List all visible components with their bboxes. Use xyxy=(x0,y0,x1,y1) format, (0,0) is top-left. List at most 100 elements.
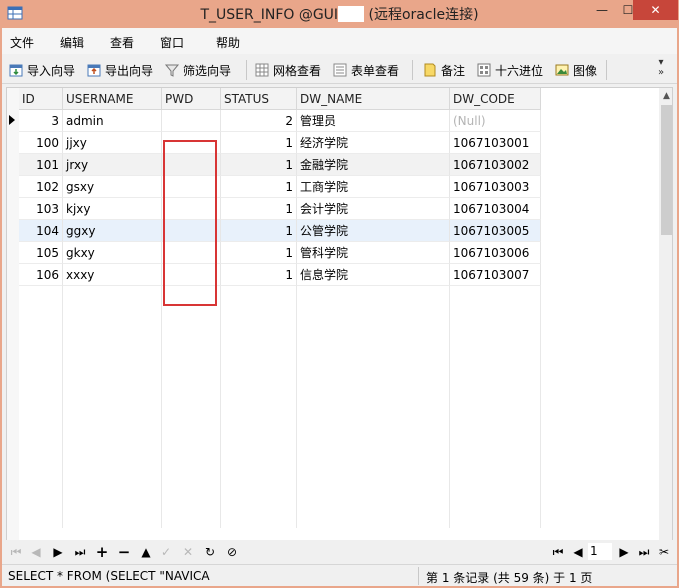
cell-id[interactable]: 3 xyxy=(19,110,63,132)
close-button[interactable]: ✕ xyxy=(633,0,678,20)
column-gridline xyxy=(296,286,297,528)
page-number-input[interactable]: 1 xyxy=(588,543,612,560)
cell-dw-code[interactable]: 1067103001 xyxy=(450,132,541,154)
cell-status[interactable]: 2 xyxy=(221,110,297,132)
cell-id[interactable]: 105 xyxy=(19,242,63,264)
image-button[interactable]: 图像 xyxy=(554,60,597,80)
scroll-up-arrow-icon[interactable]: ▲ xyxy=(659,88,672,105)
cell-dw-name[interactable]: 金融学院 xyxy=(297,154,450,176)
cell-username[interactable]: jjxy xyxy=(63,132,162,154)
cell-dw-code[interactable]: 1067103006 xyxy=(450,242,541,264)
minimize-button[interactable]: — xyxy=(589,0,615,20)
menu-help[interactable]: 帮助 xyxy=(216,34,240,51)
vertical-scrollbar[interactable]: ▲ ▼ xyxy=(659,88,672,567)
cell-username[interactable]: xxxy xyxy=(63,264,162,286)
toolbar: 导入向导 导出向导 筛选向导 网格查看 表单查看 备注 十六进位 图像 ▾ » xyxy=(2,56,677,84)
column-header-pwd[interactable]: PWD xyxy=(162,88,221,110)
column-header-dw-code[interactable]: DW_CODE xyxy=(450,88,541,110)
menu-view[interactable]: 查看 xyxy=(110,34,134,51)
record-count-text: 第 1 条记录 (共 59 条) 于 1 页 xyxy=(426,571,593,585)
cell-status[interactable]: 1 xyxy=(221,264,297,286)
first-page-icon[interactable]: ⏮ xyxy=(550,544,566,560)
import-icon xyxy=(9,64,23,77)
discard-changes-icon[interactable]: ✕ xyxy=(180,544,196,560)
delete-record-icon[interactable]: − xyxy=(116,544,132,560)
cell-username[interactable]: gsxy xyxy=(63,176,162,198)
cell-id[interactable]: 101 xyxy=(19,154,63,176)
column-header-status[interactable]: STATUS xyxy=(221,88,297,110)
column-header-id[interactable]: ID xyxy=(19,88,63,110)
cell-status[interactable]: 1 xyxy=(221,132,297,154)
cell-status[interactable]: 1 xyxy=(221,242,297,264)
title-bar[interactable]: T_USER_INFO @GUI (远程oracle连接) — ☐ ✕ xyxy=(0,0,679,28)
form-view-button[interactable]: 表单查看 xyxy=(332,60,399,80)
filter-icon xyxy=(164,64,180,77)
cell-dw-code[interactable]: 1067103003 xyxy=(450,176,541,198)
navicat-window: T_USER_INFO @GUI (远程oracle连接) — ☐ ✕ 文件 编… xyxy=(0,0,679,588)
menu-window[interactable]: 窗口 xyxy=(160,34,184,51)
cell-dw-name[interactable]: 管理员 xyxy=(297,110,450,132)
import-wizard-label: 导入向导 xyxy=(27,63,76,78)
cell-status[interactable]: 1 xyxy=(221,176,297,198)
cell-username[interactable]: jrxy xyxy=(63,154,162,176)
next-record-icon[interactable]: ▶ xyxy=(50,544,66,560)
apply-changes-icon[interactable]: ✓ xyxy=(158,544,174,560)
export-wizard-button[interactable]: 导出向导 xyxy=(86,60,153,80)
cell-id[interactable]: 103 xyxy=(19,198,63,220)
cell-dw-name[interactable]: 工商学院 xyxy=(297,176,450,198)
grid-view-button[interactable]: 网格查看 xyxy=(254,60,321,80)
first-record-icon[interactable]: ⏮ xyxy=(8,544,24,560)
column-header-username[interactable]: USERNAME xyxy=(63,88,162,110)
export-wizard-label: 导出向导 xyxy=(105,63,154,78)
last-record-icon[interactable]: ⏭ xyxy=(72,544,88,560)
refresh-icon[interactable]: ↻ xyxy=(202,544,218,560)
hex-label: 十六进位 xyxy=(495,63,544,78)
cell-dw-code[interactable]: 1067103007 xyxy=(450,264,541,286)
cell-dw-code[interactable]: 1067103002 xyxy=(450,154,541,176)
cell-status[interactable]: 1 xyxy=(221,220,297,242)
cell-username[interactable]: ggxy xyxy=(63,220,162,242)
menu-bar: 文件 编辑 查看 窗口 帮助 xyxy=(2,28,677,54)
cell-id[interactable]: 104 xyxy=(19,220,63,242)
scroll-thumb[interactable] xyxy=(661,105,672,235)
prev-page-icon[interactable]: ◀ xyxy=(570,544,586,560)
cell-dw-name[interactable]: 管科学院 xyxy=(297,242,450,264)
memo-button[interactable]: 备注 xyxy=(422,60,465,80)
toolbar-separator xyxy=(606,60,607,80)
next-page-icon[interactable]: ▶ xyxy=(616,544,632,560)
cell-id[interactable]: 106 xyxy=(19,264,63,286)
cell-username[interactable]: admin xyxy=(63,110,162,132)
hex-button[interactable]: 十六进位 xyxy=(476,60,543,80)
cell-pwd[interactable] xyxy=(162,110,221,132)
prior-record-icon[interactable]: ◀ xyxy=(28,544,44,560)
data-grid[interactable]: ID USERNAME PWD STATUS DW_NAME DW_CODE 3… xyxy=(6,87,673,568)
cell-dw-name[interactable]: 信息学院 xyxy=(297,264,450,286)
move-up-icon[interactable]: ▲ xyxy=(138,544,154,560)
settings-tools-icon[interactable]: ✂ xyxy=(656,544,672,560)
grid-icon xyxy=(255,63,269,77)
cell-username[interactable]: gkxy xyxy=(63,242,162,264)
column-header-dw-name[interactable]: DW_NAME xyxy=(297,88,450,110)
cell-dw-code[interactable]: 1067103004 xyxy=(450,198,541,220)
form-view-label: 表单查看 xyxy=(351,63,400,78)
stop-icon[interactable]: ⊘ xyxy=(224,544,240,560)
import-wizard-button[interactable]: 导入向导 xyxy=(8,60,75,80)
add-record-icon[interactable]: + xyxy=(94,544,110,560)
cell-id[interactable]: 100 xyxy=(19,132,63,154)
menu-file[interactable]: 文件 xyxy=(10,34,34,51)
cell-dw-code[interactable]: 1067103005 xyxy=(450,220,541,242)
status-divider xyxy=(418,567,419,585)
cell-dw-name[interactable]: 经济学院 xyxy=(297,132,450,154)
last-page-icon[interactable]: ⏭ xyxy=(636,544,652,560)
cell-dw-name[interactable]: 会计学院 xyxy=(297,198,450,220)
cell-dw-code[interactable]: (Null) xyxy=(450,110,541,132)
filter-wizard-button[interactable]: 筛选向导 xyxy=(164,60,231,80)
cell-dw-name[interactable]: 公管学院 xyxy=(297,220,450,242)
cell-username[interactable]: kjxy xyxy=(63,198,162,220)
toolbar-overflow-button[interactable]: ▾» xyxy=(658,58,664,78)
menu-edit[interactable]: 编辑 xyxy=(60,34,84,51)
cell-status[interactable]: 1 xyxy=(221,154,297,176)
cell-id[interactable]: 102 xyxy=(19,176,63,198)
cell-status[interactable]: 1 xyxy=(221,198,297,220)
image-icon xyxy=(555,64,569,76)
